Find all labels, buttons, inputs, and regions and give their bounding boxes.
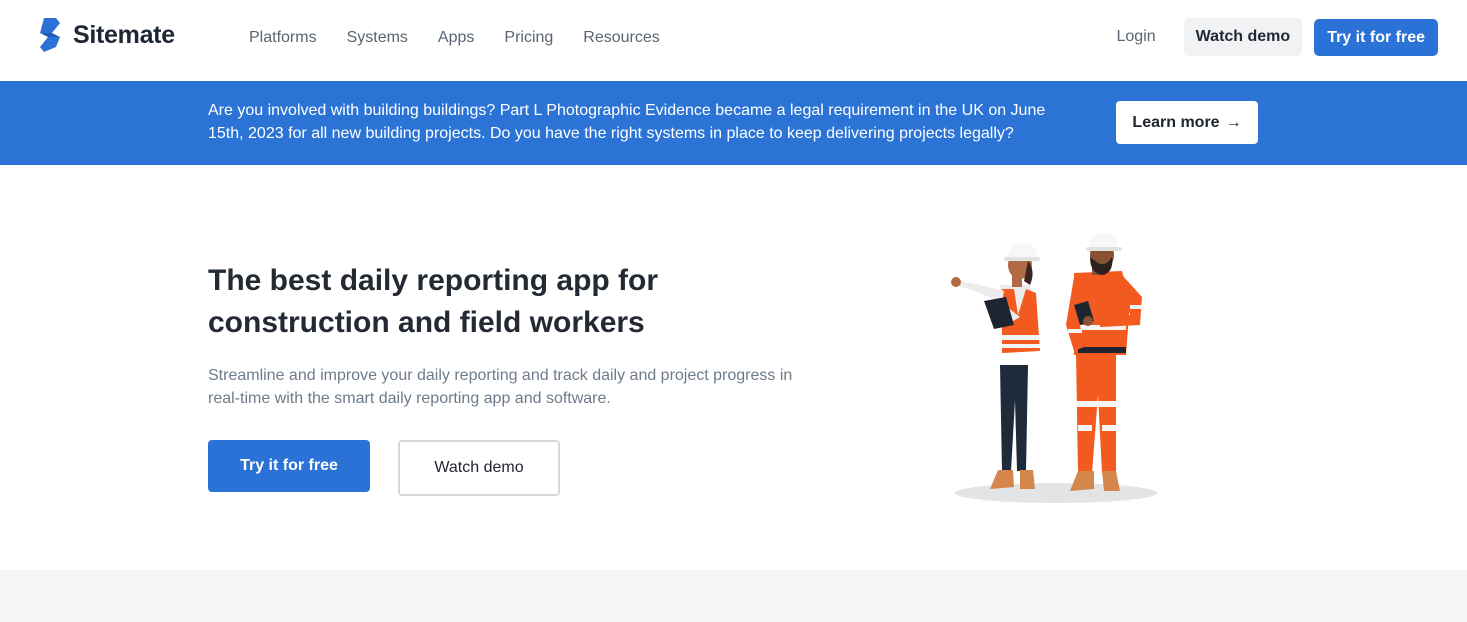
learn-more-button[interactable]: Learn more → xyxy=(1116,101,1258,144)
watch-demo-button-nav[interactable]: Watch demo xyxy=(1183,18,1303,56)
construction-workers-illustration xyxy=(951,233,1157,503)
nav-link-resources[interactable]: Resources xyxy=(568,27,674,49)
try-free-button-nav[interactable]: Try it for free xyxy=(1314,18,1438,56)
logo-link[interactable]: Sitemate xyxy=(36,16,175,54)
next-section-background xyxy=(0,570,1467,622)
nav-link-pricing[interactable]: Pricing xyxy=(489,27,568,49)
hero-subtitle: Streamline and improve your daily report… xyxy=(208,367,793,407)
try-free-button-hero[interactable]: Try it for free xyxy=(208,440,370,492)
nav-actions: Login Watch demo Try it for free xyxy=(1117,18,1438,56)
arrow-right-icon: → xyxy=(1225,113,1242,131)
main-menu: Platforms Systems Apps Pricing Resources xyxy=(234,27,675,49)
brand-name: Sitemate xyxy=(73,20,175,49)
nav-link-systems[interactable]: Systems xyxy=(332,27,423,49)
sitemate-logo-icon xyxy=(40,18,60,52)
nav-link-apps[interactable]: Apps xyxy=(423,27,489,49)
top-navigation: Sitemate Platforms Systems Apps Pricing … xyxy=(0,0,1467,80)
login-link[interactable]: Login xyxy=(1117,19,1156,55)
hero-title: The best daily reporting app for constru… xyxy=(208,264,659,339)
banner-text: Are you involved with building buildings… xyxy=(208,102,1046,142)
learn-more-label: Learn more xyxy=(1132,113,1220,131)
watch-demo-button-hero[interactable]: Watch demo xyxy=(398,440,560,496)
announcement-banner: Are you involved with building buildings… xyxy=(0,81,1467,165)
nav-link-platforms[interactable]: Platforms xyxy=(234,27,332,49)
